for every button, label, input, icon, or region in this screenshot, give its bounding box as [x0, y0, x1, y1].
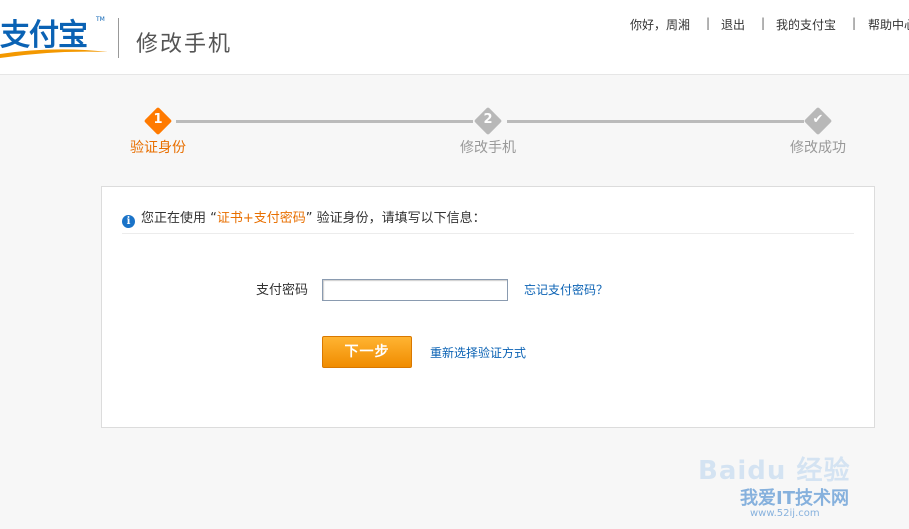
- info-icon: i: [122, 215, 135, 228]
- info-prefix: 您正在使用 “: [141, 211, 217, 226]
- panel-divider: [122, 233, 854, 234]
- password-label: 支付密码: [256, 283, 309, 298]
- watermark-brand: Baidu 经验: [698, 456, 851, 486]
- step-2-number: 2: [483, 112, 493, 127]
- step-1-label: 验证身份: [130, 140, 186, 156]
- step-3-label: 修改成功: [790, 140, 846, 156]
- help-center-link[interactable]: 帮助中心: [868, 16, 909, 33]
- nav-separator: |: [706, 16, 711, 30]
- step-connector: [176, 120, 473, 123]
- watermark-site-name: 我爱IT技术网: [740, 488, 849, 509]
- page-title: 修改手机: [136, 32, 233, 57]
- header-divider: [118, 18, 119, 58]
- logout-link[interactable]: 退出: [721, 16, 745, 33]
- payment-password-input[interactable]: [322, 279, 508, 301]
- next-step-button[interactable]: 下一步: [322, 336, 412, 368]
- logo-trademark: TM: [96, 16, 105, 23]
- verification-panel: i 您正在使用 “证书+支付密码” 验证身份，请填写以下信息： 支付密码 忘记支付…: [101, 186, 875, 428]
- logo-swoosh-icon: [0, 49, 108, 58]
- info-suffix: ” 验证身份，请填写以下信息：: [305, 211, 486, 226]
- forgot-password-link[interactable]: 忘记支付密码？: [524, 281, 608, 298]
- nav-separator: |: [761, 16, 766, 30]
- step-1-number: 1: [153, 112, 163, 127]
- step-2-label: 修改手机: [460, 140, 516, 156]
- my-alipay-link[interactable]: 我的支付宝: [776, 16, 836, 33]
- alipay-logo[interactable]: 支付宝 TM: [0, 12, 110, 60]
- progress-steps: 1 验证身份 2 修改手机 ✔ 修改成功: [0, 100, 909, 160]
- check-icon: ✔: [812, 112, 824, 127]
- verification-info: i 您正在使用 “证书+支付密码” 验证身份，请填写以下信息：: [122, 207, 486, 228]
- step-connector: [507, 120, 804, 123]
- watermark: Baidu 经验 我爱IT技术网 www.52ij.com: [690, 430, 909, 529]
- header: 支付宝 TM 修改手机 你好，周湘 | 退出 | 我的支付宝 | 帮助中心: [0, 0, 909, 75]
- watermark-site-url: www.52ij.com: [750, 508, 820, 519]
- nav-separator: |: [852, 16, 857, 30]
- user-greeting: 你好，周湘: [630, 18, 691, 32]
- reselect-method-link[interactable]: 重新选择验证方式: [430, 344, 526, 361]
- verification-method: 证书+支付密码: [216, 211, 306, 226]
